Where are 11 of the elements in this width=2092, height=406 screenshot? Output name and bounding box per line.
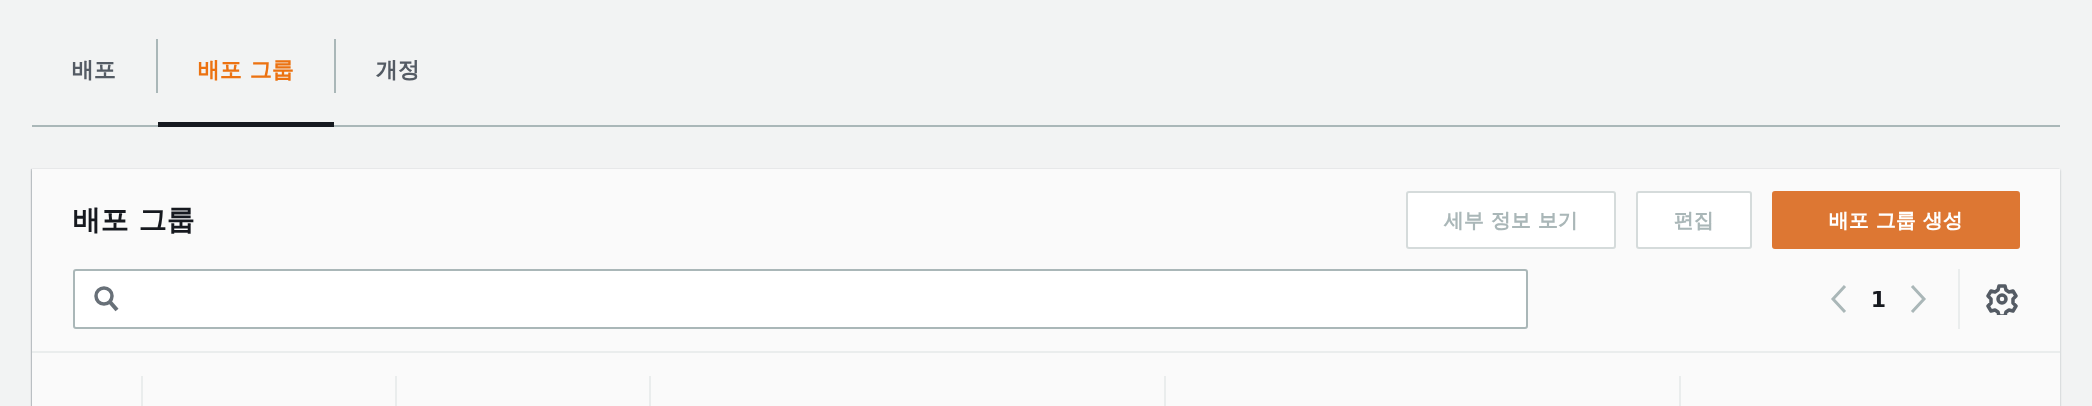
search-field[interactable] [73, 269, 1528, 329]
create-button[interactable]: 배포 그룹 생성 [1772, 191, 2020, 249]
chevron-right-icon [1908, 283, 1928, 315]
panel-title: 배포 그룹 [73, 202, 195, 238]
settings-icon [1986, 283, 2018, 315]
search-icon [93, 285, 119, 313]
tab[interactable]: 배포 [32, 28, 156, 127]
page-number[interactable]: 1 [1866, 286, 1890, 312]
tab[interactable]: 개정 [335, 28, 460, 127]
settings-button[interactable] [1984, 283, 2020, 315]
chevron-left-icon [1828, 283, 1849, 315]
